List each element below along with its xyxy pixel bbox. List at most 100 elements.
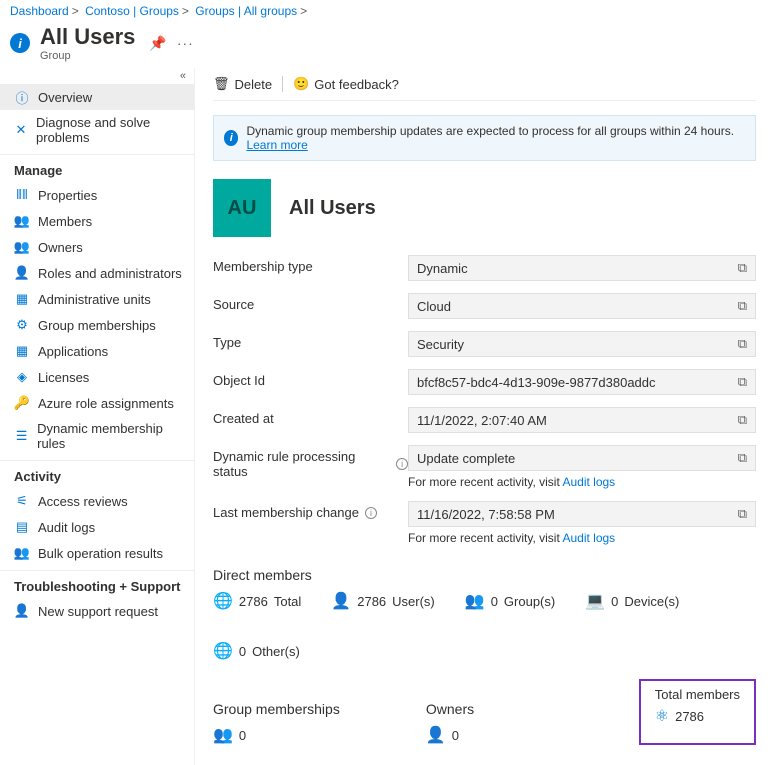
globe-icon: 🌐: [213, 591, 233, 611]
group-header: AU All Users: [213, 179, 756, 237]
group-avatar: AU: [213, 179, 271, 237]
stat-total: 🌐2786Total: [213, 591, 301, 611]
trash-icon: 🗑: [213, 76, 230, 92]
audit-logs-link[interactable]: Audit logs: [562, 531, 615, 545]
crumb-contoso-groups[interactable]: Contoso | Groups: [85, 4, 179, 18]
total-members-heading: Total members: [655, 687, 740, 702]
page-header: i All Users Group 📌 ···: [0, 22, 768, 68]
copy-icon[interactable]: ⧉: [738, 374, 747, 390]
label-last-change: Last membership changei: [213, 501, 408, 520]
stat-users: 👤2786User(s): [331, 591, 434, 611]
breadcrumb: Dashboard> Contoso | Groups> Groups | Al…: [0, 0, 768, 22]
sidebar-item-access-reviews[interactable]: ⚟Access reviews: [0, 488, 194, 514]
feedback-icon: 🙂: [293, 76, 309, 92]
sidebar-item-owners[interactable]: 👥 Owners: [0, 234, 194, 260]
sidebar-item-roles[interactable]: 👤 Roles and administrators: [0, 260, 194, 286]
total-members-box: Total members ⚛2786: [639, 679, 756, 745]
main-content: 🗑Delete 🙂Got feedback? i Dynamic group m…: [195, 68, 768, 765]
rules-icon: ☰: [14, 428, 29, 444]
toolbar: 🗑Delete 🙂Got feedback?: [213, 68, 756, 101]
group-icon: 👥: [465, 591, 485, 611]
sidebar-item-azure-role[interactable]: 🔑 Azure role assignments: [0, 390, 194, 416]
label-type: Type: [213, 331, 408, 350]
sidebar-item-properties[interactable]: ⦀⦀ Properties: [0, 182, 194, 208]
applications-icon: ▦: [14, 343, 30, 359]
support-icon: 👤: [14, 603, 30, 619]
label-source: Source: [213, 293, 408, 312]
info-icon: i: [224, 130, 238, 146]
sidebar-label: Dynamic membership rules: [37, 421, 186, 451]
copy-icon[interactable]: ⧉: [738, 506, 747, 522]
sidebar-section-manage: Manage: [0, 154, 194, 182]
sidebar-label: Owners: [38, 240, 83, 255]
sidebar-item-overview[interactable]: ⓘ Overview: [0, 84, 194, 110]
sidebar-item-support[interactable]: 👤New support request: [0, 598, 194, 624]
direct-members-stats: 🌐2786Total 👤2786User(s) 👥0Group(s) 💻0Dev…: [213, 591, 756, 661]
sidebar-label: Properties: [38, 188, 97, 203]
label-created-at: Created at: [213, 407, 408, 426]
sidebar-item-applications[interactable]: ▦ Applications: [0, 338, 194, 364]
crumb-dashboard[interactable]: Dashboard: [10, 4, 69, 18]
user-icon: 👤: [426, 725, 446, 745]
globe-icon: 🌐: [213, 641, 233, 661]
sidebar-item-licenses[interactable]: ◈Licenses: [0, 364, 194, 390]
user-icon: 👤: [331, 591, 351, 611]
sidebar-item-admin-units[interactable]: ▦Administrative units: [0, 286, 194, 312]
members-icon: 👥: [14, 213, 30, 229]
info-circle-icon: ⓘ: [14, 89, 30, 105]
sidebar-label: Bulk operation results: [38, 546, 163, 561]
sidebar-label: Members: [38, 214, 92, 229]
copy-icon[interactable]: ⧉: [738, 336, 747, 352]
info-tooltip-icon[interactable]: i: [365, 507, 377, 519]
copy-icon[interactable]: ⧉: [738, 260, 747, 276]
pin-icon[interactable]: 📌: [149, 35, 166, 52]
owners-icon: 👥: [14, 239, 30, 255]
sidebar-label: Roles and administrators: [38, 266, 182, 281]
group-memberships-icon: ⚙: [14, 317, 30, 333]
info-tooltip-icon[interactable]: i: [396, 458, 408, 470]
copy-icon[interactable]: ⧉: [738, 298, 747, 314]
licenses-icon: ◈: [14, 369, 30, 385]
key-icon: 🔑: [14, 395, 30, 411]
label-dyn-status: Dynamic rule processing statusi: [213, 445, 408, 479]
value-created-at: 11/1/2022, 2:07:40 AM⧉: [408, 407, 756, 433]
sidebar-section-troubleshooting: Troubleshooting + Support: [0, 570, 194, 598]
sidebar-item-group-memberships[interactable]: ⚙Group memberships: [0, 312, 194, 338]
sidebar-item-members[interactable]: 👥 Members: [0, 208, 194, 234]
roles-icon: 👤: [14, 265, 30, 281]
sidebar-label: Applications: [38, 344, 108, 359]
copy-icon[interactable]: ⧉: [738, 412, 747, 428]
group-memberships-heading: Group memberships: [213, 701, 396, 717]
sidebar-label: Azure role assignments: [38, 396, 174, 411]
collapse-sidebar-icon[interactable]: «: [0, 68, 194, 84]
value-membership-type: Dynamic⧉: [408, 255, 756, 281]
sidebar: « ⓘ Overview ✕ Diagnose and solve proble…: [0, 68, 195, 765]
sidebar-item-audit-logs[interactable]: ▤Audit logs: [0, 514, 194, 540]
delete-button[interactable]: 🗑Delete: [213, 76, 272, 92]
sidebar-label: Access reviews: [38, 494, 128, 509]
feedback-button[interactable]: 🙂Got feedback?: [293, 76, 399, 92]
stat-owners: 👤0: [426, 725, 609, 745]
value-object-id: bfcf8c57-bdc4-4d13-909e-9877d380addc⧉: [408, 369, 756, 395]
label-membership-type: Membership type: [213, 255, 408, 274]
sidebar-item-bulk-results[interactable]: 👥Bulk operation results: [0, 540, 194, 566]
atom-icon: ⚛: [655, 706, 669, 726]
info-icon: i: [10, 33, 30, 53]
sidebar-section-activity: Activity: [0, 460, 194, 488]
toolbar-divider: [282, 76, 283, 92]
page-subtitle: Group: [40, 50, 135, 62]
stat-other: 🌐0Other(s): [213, 641, 300, 661]
sidebar-item-dynamic-rules[interactable]: ☰ Dynamic membership rules: [0, 416, 194, 456]
note-last-change: For more recent activity, visit Audit lo…: [408, 531, 756, 545]
banner-text: Dynamic group membership updates are exp…: [246, 124, 734, 138]
properties-icon: ⦀⦀: [14, 187, 30, 203]
audit-logs-icon: ▤: [14, 519, 30, 535]
crumb-all-groups[interactable]: Groups | All groups: [195, 4, 297, 18]
audit-logs-link[interactable]: Audit logs: [562, 475, 615, 489]
copy-icon[interactable]: ⧉: [738, 450, 747, 466]
value-type: Security⧉: [408, 331, 756, 357]
more-icon[interactable]: ···: [177, 35, 194, 51]
device-icon: 💻: [585, 591, 605, 611]
sidebar-item-diagnose[interactable]: ✕ Diagnose and solve problems: [0, 110, 194, 150]
banner-learn-more-link[interactable]: Learn more: [246, 138, 307, 152]
